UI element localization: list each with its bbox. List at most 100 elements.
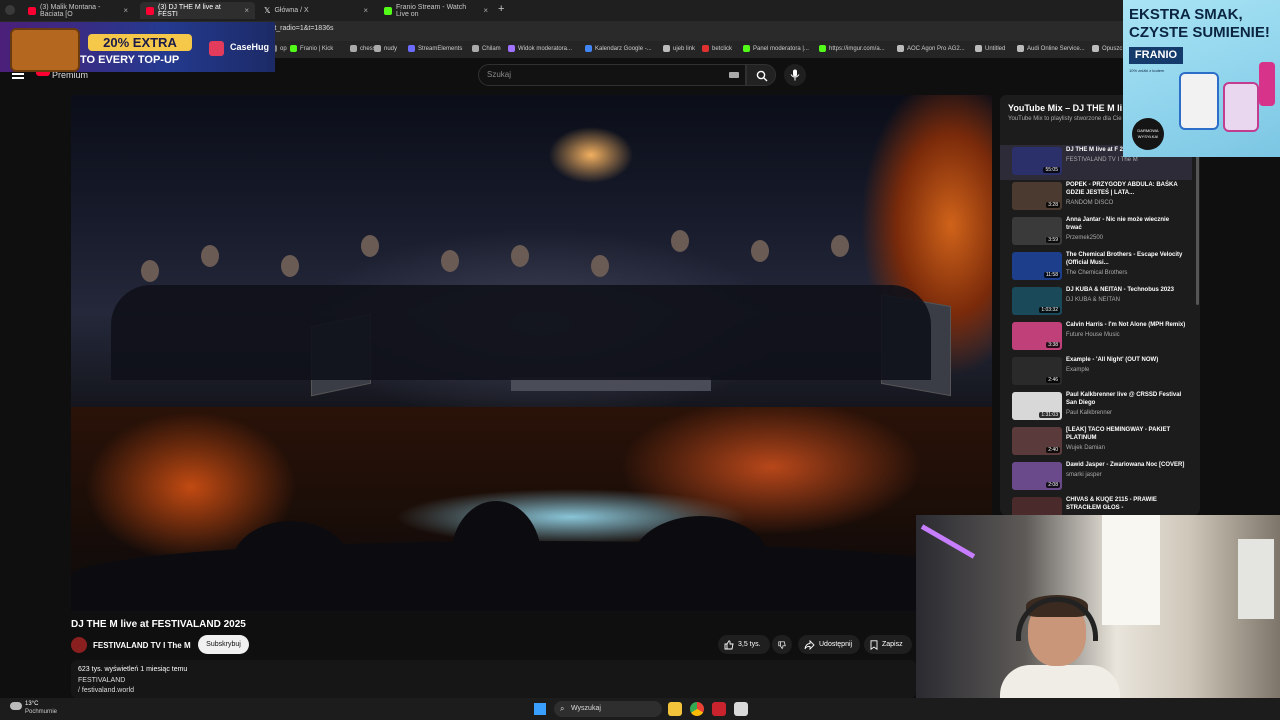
bookmark-item[interactable]: Untitled bbox=[975, 45, 1005, 52]
bookmark-label: Franio | Kick bbox=[300, 45, 334, 52]
playlist-item-channel: The Chemical Brothers bbox=[1066, 270, 1128, 276]
close-tab-icon[interactable]: × bbox=[123, 6, 128, 15]
playlist-item-title[interactable]: [LEAK] TACO HEMINGWAY - PAKIET PLATINUM bbox=[1066, 427, 1170, 441]
video-thumbnail[interactable]: 55:05 bbox=[1012, 147, 1062, 175]
video-thumbnail[interactable]: 1:03:32 bbox=[1012, 287, 1062, 315]
description-box[interactable] bbox=[71, 660, 916, 698]
search-input[interactable]: Szukaj bbox=[478, 64, 746, 86]
playlist-item-title[interactable]: Dawid Jasper - Zwariowana Noc [COVER] bbox=[1066, 462, 1184, 468]
url-text[interactable]: rt_radio=1&t=1836s bbox=[272, 25, 334, 32]
close-tab-icon[interactable]: × bbox=[363, 6, 368, 15]
playlist-item[interactable]: 2:46 Example - 'All Night' (OUT NOW) Examp… bbox=[1012, 355, 1192, 390]
close-tab-icon[interactable]: × bbox=[244, 6, 249, 15]
views-and-date: 623 tys. wyświetleń 1 miesiąc temu bbox=[78, 666, 188, 673]
ad-brand: FRANIO bbox=[1129, 47, 1183, 64]
playlist-item[interactable]: 11:58 The Chemical Brothers - Escape Velo… bbox=[1012, 250, 1192, 285]
new-tab-button[interactable]: + bbox=[498, 3, 504, 15]
bookmark-item[interactable]: betclick bbox=[702, 45, 732, 52]
crowd-head bbox=[281, 255, 299, 277]
microphone-icon bbox=[790, 69, 800, 81]
bookmark-item[interactable]: Audi Online Service... bbox=[1017, 45, 1085, 52]
playlist-item[interactable]: 1:03:32 DJ KUBA & NEITAN - Technobus 2023… bbox=[1012, 285, 1192, 320]
playlist-item-title[interactable]: Calvin Harris - I'm Not Alone (MPH Remix… bbox=[1066, 322, 1185, 328]
weather-description[interactable]: Pochmurnie bbox=[25, 709, 57, 715]
bookmark-label: Panel moderatora |... bbox=[753, 45, 809, 52]
subscribe-button[interactable]: Subskrybuj bbox=[198, 635, 249, 654]
bookmark-item[interactable]: nudy bbox=[374, 45, 397, 52]
browser-tab-3[interactable]: 𝕏 Główna / X × bbox=[258, 2, 374, 19]
bookmark-item[interactable]: Widok moderatora... bbox=[508, 45, 572, 52]
dislike-button[interactable] bbox=[772, 635, 792, 654]
channel-avatar[interactable] bbox=[71, 637, 87, 653]
taskbar-search[interactable]: ⌕ Wyszukaj bbox=[554, 701, 662, 717]
bookmark-item[interactable]: StreamElements bbox=[408, 45, 462, 52]
playlist-item-channel: smarki jasper bbox=[1066, 472, 1102, 478]
chrome-icon[interactable] bbox=[690, 702, 704, 716]
casehug-ad-banner[interactable]: 20% EXTRA TO EVERY TOP-UP CaseHug bbox=[0, 22, 275, 72]
video-thumbnail[interactable]: 3:59 bbox=[1012, 217, 1062, 245]
bookmark-item[interactable]: Chilam bbox=[472, 45, 501, 52]
share-button[interactable]: Udostępnij bbox=[798, 635, 860, 654]
bookmark-item[interactable]: Panel moderatora |... bbox=[743, 45, 809, 52]
channel-name[interactable]: FESTIVALAND TV I The M bbox=[93, 641, 191, 650]
tab-list-button[interactable] bbox=[5, 5, 15, 15]
save-button[interactable]: Zapisz bbox=[864, 635, 912, 654]
video-thumbnail[interactable] bbox=[1012, 497, 1062, 515]
bookmark-item[interactable]: https://imgur.com/a... bbox=[819, 45, 885, 52]
browser-tab-4[interactable]: Franio Stream - Watch Live on × bbox=[378, 2, 494, 19]
bookmark-item[interactable]: chess bbox=[350, 45, 376, 52]
file-explorer-icon[interactable] bbox=[668, 702, 682, 716]
playlist-item-title[interactable]: CHIVAS & KUQE 2115 - PRAWIE STRACIŁEM GŁ… bbox=[1066, 497, 1157, 511]
playlist-item[interactable]: 3:28 POPEK - PRZYGODY ABDULA: BAŚKA GDZIE… bbox=[1012, 180, 1192, 215]
playlist-item[interactable]: 3:38 Calvin Harris - I'm Not Alone (MPH R… bbox=[1012, 320, 1192, 355]
playlist-title[interactable]: YouTube Mix – DJ THE M li bbox=[1008, 103, 1122, 113]
playlist-item[interactable]: 3:59 Anna Jantar - Nic nie może wiecznie … bbox=[1012, 215, 1192, 250]
playlist-item[interactable]: 1:31:03 Paul Kalkbrenner live @ CRSSD Fes… bbox=[1012, 390, 1192, 425]
playlist-item-title[interactable]: Anna Jantar - Nic nie może wiecznie trwa… bbox=[1066, 217, 1169, 231]
playlist-scrollbar[interactable] bbox=[1196, 150, 1199, 305]
bookmark-label: StreamElements bbox=[418, 45, 463, 52]
bookmark-item[interactable]: Franio | Kick bbox=[290, 45, 333, 52]
playlist-item-title[interactable]: POPEK - PRZYGODY ABDULA: BAŚKA GDZIE JES… bbox=[1066, 182, 1177, 196]
video-thumbnail[interactable]: 1:31:03 bbox=[1012, 392, 1062, 420]
video-player[interactable] bbox=[71, 95, 992, 611]
playlist-item-title[interactable]: DJ KUBA & NEITAN - Technobus 2023 bbox=[1066, 287, 1174, 293]
bookmark-item[interactable]: AOC Agon Pro AG2... bbox=[897, 45, 965, 52]
bookmark-favicon-icon bbox=[1092, 45, 1099, 52]
playlist-item-title[interactable]: The Chemical Brothers - Escape Velocity … bbox=[1066, 252, 1182, 266]
playlist-item-title[interactable]: Example - 'All Night' (OUT NOW) bbox=[1066, 357, 1158, 363]
playlist-item[interactable]: 2:40 [LEAK] TACO HEMINGWAY - PAKIET PLATI… bbox=[1012, 425, 1192, 460]
video-thumbnail[interactable]: 11:58 bbox=[1012, 252, 1062, 280]
playlist-item[interactable]: CHIVAS & KUQE 2115 - PRAWIE STRACIŁEM GŁ… bbox=[1012, 495, 1192, 515]
franio-ad-banner[interactable]: EKSTRA SMAK, CZYSTE SUMIENIE! FRANIO 10%… bbox=[1123, 0, 1280, 157]
browser-tab-1[interactable]: (3) Malik Montana - Baciata [O × bbox=[22, 2, 134, 19]
video-duration: 11:58 bbox=[1043, 272, 1060, 278]
keyboard-icon[interactable] bbox=[729, 72, 739, 78]
bookmark-favicon-icon bbox=[663, 45, 670, 52]
search-button[interactable] bbox=[746, 64, 776, 86]
video-thumbnail[interactable]: 3:28 bbox=[1012, 182, 1062, 210]
bookmark-item[interactable]: Kalendarz Google -... bbox=[585, 45, 652, 52]
bookmark-item[interactable]: ujeb link bbox=[663, 45, 695, 52]
windows-start-icon[interactable] bbox=[534, 703, 546, 715]
video-thumbnail[interactable]: 2:08 bbox=[1012, 462, 1062, 490]
browser-tab-2[interactable]: (3) DJ THE M live at FESTI × bbox=[140, 2, 255, 19]
playlist-item-title[interactable]: Paul Kalkbrenner live @ CRSSD Festival S… bbox=[1066, 392, 1181, 406]
share-label: Udostępnij bbox=[819, 641, 853, 648]
obs-app-icon[interactable] bbox=[734, 702, 748, 716]
free-shipping-badge: DARMOWA WYSYŁKA! bbox=[1132, 118, 1164, 150]
magnet-app-icon[interactable] bbox=[712, 702, 726, 716]
close-tab-icon[interactable]: × bbox=[483, 6, 488, 15]
bookmark-item[interactable]: Opuszc bbox=[1092, 45, 1122, 52]
playlist-item[interactable]: 2:08 Dawid Jasper - Zwariowana Noc [COVER… bbox=[1012, 460, 1192, 495]
description-link[interactable]: / festivaland.world bbox=[78, 687, 134, 694]
bookmark-label: https://imgur.com/a... bbox=[829, 45, 885, 52]
weather-temperature[interactable]: 13°C bbox=[25, 701, 38, 707]
video-thumbnail[interactable]: 2:46 bbox=[1012, 357, 1062, 385]
playlist-item-channel: RANDOM DISCO bbox=[1066, 200, 1114, 206]
video-thumbnail[interactable]: 2:40 bbox=[1012, 427, 1062, 455]
voice-search-button[interactable] bbox=[784, 64, 806, 86]
video-thumbnail[interactable]: 3:38 bbox=[1012, 322, 1062, 350]
like-button[interactable]: 3,5 tys. bbox=[718, 635, 770, 654]
playlist-item-text: Dawid Jasper - Zwariowana Noc [COVER] sma… bbox=[1066, 461, 1186, 479]
